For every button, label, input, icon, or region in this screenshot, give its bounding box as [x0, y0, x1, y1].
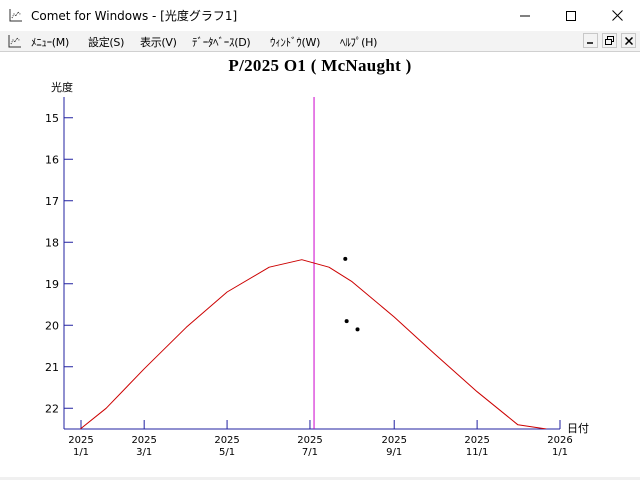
y-tick-label: 16	[45, 153, 59, 166]
menu-item-menu[interactable]: ﾒﾆｭｰ(M)	[31, 34, 69, 50]
y-tick-label: 17	[45, 195, 59, 208]
minimize-button[interactable]	[502, 0, 548, 31]
x-tick-year: 2025	[68, 435, 93, 446]
x-tick-year: 2026	[547, 435, 572, 446]
x-tick-date: 9/1	[386, 447, 402, 458]
menu-bar: ﾒﾆｭｰ(M) 設定(S) 表示(V) ﾃﾞｰﾀﾍﾞｰｽ(D) ｳｨﾝﾄﾞｳ(W…	[0, 31, 640, 52]
mdi-minimize-button[interactable]	[583, 33, 598, 48]
restore-icon	[605, 36, 614, 45]
x-tick-year: 2025	[381, 435, 406, 446]
x-tick-date: 7/1	[302, 447, 318, 458]
title-bar: Comet for Windows - [光度グラフ1]	[0, 0, 640, 31]
y-tick-label: 22	[45, 402, 59, 415]
x-tick-year: 2025	[131, 435, 156, 446]
y-tick-label: 19	[45, 278, 59, 291]
close-icon	[624, 36, 633, 45]
menu-item-database[interactable]: ﾃﾞｰﾀﾍﾞｰｽ(D)	[192, 34, 251, 50]
mdi-close-button[interactable]	[621, 33, 636, 48]
document-chart-icon[interactable]	[8, 34, 22, 48]
minimize-icon	[520, 15, 530, 16]
y-tick-label: 15	[45, 112, 59, 125]
minimize-icon	[587, 42, 593, 44]
window-title: Comet for Windows - [光度グラフ1]	[31, 9, 238, 23]
x-tick-date: 1/1	[73, 447, 89, 458]
x-tick-date: 1/1	[552, 447, 568, 458]
observation-point	[343, 256, 348, 261]
x-tick-date: 11/1	[466, 447, 488, 458]
chart-window: P/2025 O1 ( McNaught ) 光度 日付 15 16 17 18 19 2…	[0, 52, 640, 480]
mdi-restore-button[interactable]	[602, 33, 617, 48]
menu-item-view[interactable]: 表示(V)	[140, 34, 177, 50]
menu-item-settings[interactable]: 設定(S)	[88, 34, 124, 50]
maximize-button[interactable]	[548, 0, 594, 31]
close-button[interactable]	[594, 0, 640, 31]
y-tick-label: 21	[45, 361, 59, 374]
predicted-magnitude-curve	[79, 259, 547, 429]
maximize-icon	[566, 10, 576, 21]
observation-point	[344, 319, 349, 324]
y-tick-label: 20	[45, 319, 59, 332]
x-tick-year: 2025	[214, 435, 239, 446]
menu-item-help[interactable]: ﾍﾙﾌﾟ(H)	[340, 34, 377, 50]
observation-point	[355, 327, 360, 332]
x-tick-year: 2025	[464, 435, 489, 446]
x-tick-year: 2025	[297, 435, 322, 446]
close-icon	[611, 10, 623, 21]
x-tick-date: 5/1	[219, 447, 235, 458]
magnitude-chart: 151617181920212220251/120253/120255/1202…	[45, 97, 573, 458]
menu-item-window[interactable]: ｳｨﾝﾄﾞｳ(W)	[270, 34, 320, 50]
x-tick-date: 3/1	[136, 447, 152, 458]
app-chart-icon	[9, 9, 22, 22]
y-tick-label: 18	[45, 236, 59, 249]
